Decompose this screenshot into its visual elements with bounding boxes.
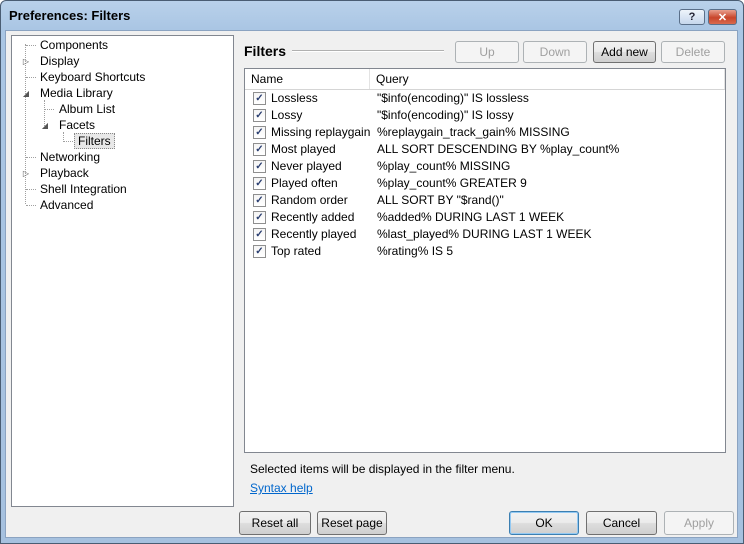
checkbox[interactable]: ✓ [253, 177, 266, 190]
dialog-client-area: Components ▷ Display Keyboard Shortcuts … [5, 30, 738, 538]
filter-query: %added% DURING LAST 1 WEEK [377, 210, 565, 224]
tree-item-label: Filters [74, 133, 115, 149]
collapse-arrow-icon[interactable]: ◢ [22, 89, 30, 98]
filter-name: Random order [271, 193, 348, 207]
up-button[interactable]: Up [455, 41, 519, 63]
delete-button[interactable]: Delete [661, 41, 725, 63]
list-item[interactable]: ✓ Most played ALL SORT DESCENDING BY %pl… [245, 141, 725, 158]
tree-item-label: Facets [59, 118, 96, 132]
expand-arrow-icon[interactable]: ▷ [22, 169, 30, 178]
down-button[interactable]: Down [523, 41, 587, 63]
list-item[interactable]: ✓ Played often %play_count% GREATER 9 [245, 175, 725, 192]
filter-name: Played often [271, 176, 338, 190]
tree-item-facets[interactable]: Facets [56, 117, 98, 133]
tree-item-label: Components [40, 38, 109, 52]
tree-item-label: Album List [59, 102, 116, 116]
reset-page-button[interactable]: Reset page [317, 511, 387, 535]
close-icon: ✕ [717, 11, 728, 24]
tree-item-filters[interactable]: Filters [74, 133, 115, 149]
expand-arrow-icon[interactable]: ▷ [22, 57, 30, 66]
checkbox[interactable]: ✓ [253, 211, 266, 224]
tree-item-advanced[interactable]: Advanced [37, 197, 96, 213]
tree-item-networking[interactable]: Networking [37, 149, 103, 165]
tree-item-playback[interactable]: Playback [37, 165, 92, 181]
tree-item-display[interactable]: Display [37, 53, 82, 69]
filter-query: "$info(encoding)" IS lossless [377, 91, 529, 105]
preferences-window: Preferences: Filters ? ✕ Components ▷ Di… [0, 0, 744, 544]
column-header-name[interactable]: Name [245, 69, 370, 89]
tree-item-label: Media Library [40, 86, 113, 100]
filter-name: Top rated [271, 244, 322, 258]
collapse-arrow-icon[interactable]: ◢ [41, 121, 49, 130]
checkbox[interactable]: ✓ [253, 228, 266, 241]
tree-item-keyboard-shortcuts[interactable]: Keyboard Shortcuts [37, 69, 148, 85]
checkbox[interactable]: ✓ [253, 160, 266, 173]
filter-query: ALL SORT BY "$rand()" [377, 193, 504, 207]
checkbox[interactable]: ✓ [253, 109, 266, 122]
list-item[interactable]: ✓ Top rated %rating% IS 5 [245, 243, 725, 260]
checkbox[interactable]: ✓ [253, 194, 266, 207]
checkbox[interactable]: ✓ [253, 126, 266, 139]
list-item[interactable]: ✓ Lossy "$info(encoding)" IS lossy [245, 107, 725, 124]
title-bar[interactable]: Preferences: Filters ? ✕ [1, 1, 743, 29]
list-item[interactable]: ✓ Lossless "$info(encoding)" IS lossless [245, 90, 725, 107]
list-item[interactable]: ✓ Random order ALL SORT BY "$rand()" [245, 192, 725, 209]
window-title: Preferences: Filters [9, 8, 131, 23]
list-item[interactable]: ✓ Recently added %added% DURING LAST 1 W… [245, 209, 725, 226]
filter-name: Missing replaygain [271, 125, 371, 139]
filter-name: Recently added [271, 210, 355, 224]
help-icon: ? [688, 11, 696, 23]
ok-button[interactable]: OK [509, 511, 579, 535]
filter-name: Lossless [271, 91, 318, 105]
list-header: Name Query [245, 69, 725, 90]
filter-query: %play_count% GREATER 9 [377, 176, 527, 190]
checkbox[interactable]: ✓ [253, 143, 266, 156]
column-header-query[interactable]: Query [370, 69, 725, 89]
tree-item-label: Shell Integration [40, 182, 127, 196]
tree-item-shell-integration[interactable]: Shell Integration [37, 181, 130, 197]
filter-query: "$info(encoding)" IS lossy [377, 108, 514, 122]
help-button[interactable]: ? [679, 9, 705, 25]
filter-list[interactable]: Name Query ✓ Lossless "$info(encoding)" … [244, 68, 726, 453]
tree-item-media-library[interactable]: Media Library [37, 85, 116, 101]
tree-item-label: Playback [40, 166, 89, 180]
filter-name: Never played [271, 159, 342, 173]
title-separator [292, 50, 444, 52]
filter-name: Most played [271, 142, 336, 156]
cancel-button[interactable]: Cancel [586, 511, 657, 535]
list-item[interactable]: ✓ Never played %play_count% MISSING [245, 158, 725, 175]
checkbox[interactable]: ✓ [253, 92, 266, 105]
reset-all-button[interactable]: Reset all [239, 511, 311, 535]
tree-item-components[interactable]: Components [37, 37, 111, 53]
filter-query: %rating% IS 5 [377, 244, 454, 258]
tree-item-label: Advanced [40, 198, 94, 212]
page-title: Filters [244, 43, 287, 59]
list-item[interactable]: ✓ Missing replaygain %replaygain_track_g… [245, 124, 725, 141]
filter-name: Lossy [271, 108, 303, 122]
checkbox[interactable]: ✓ [253, 245, 266, 258]
tree-item-label: Keyboard Shortcuts [40, 70, 146, 84]
tree-item-label: Networking [40, 150, 101, 164]
tree-item-album-list[interactable]: Album List [56, 101, 118, 117]
add-new-button[interactable]: Add new [593, 41, 656, 63]
filter-name: Recently played [271, 227, 357, 241]
filter-query: %replaygain_track_gain% MISSING [377, 125, 570, 139]
apply-button[interactable]: Apply [664, 511, 734, 535]
syntax-help-link[interactable]: Syntax help [250, 481, 313, 495]
tree-item-label: Display [40, 54, 80, 68]
filter-query: ALL SORT DESCENDING BY %play_count% [377, 142, 620, 156]
filter-query: %last_played% DURING LAST 1 WEEK [377, 227, 592, 241]
close-button[interactable]: ✕ [708, 9, 737, 25]
list-item[interactable]: ✓ Recently played %last_played% DURING L… [245, 226, 725, 243]
preferences-tree[interactable]: Components ▷ Display Keyboard Shortcuts … [11, 35, 234, 507]
info-text: Selected items will be displayed in the … [250, 462, 515, 476]
filter-query: %play_count% MISSING [377, 159, 511, 173]
